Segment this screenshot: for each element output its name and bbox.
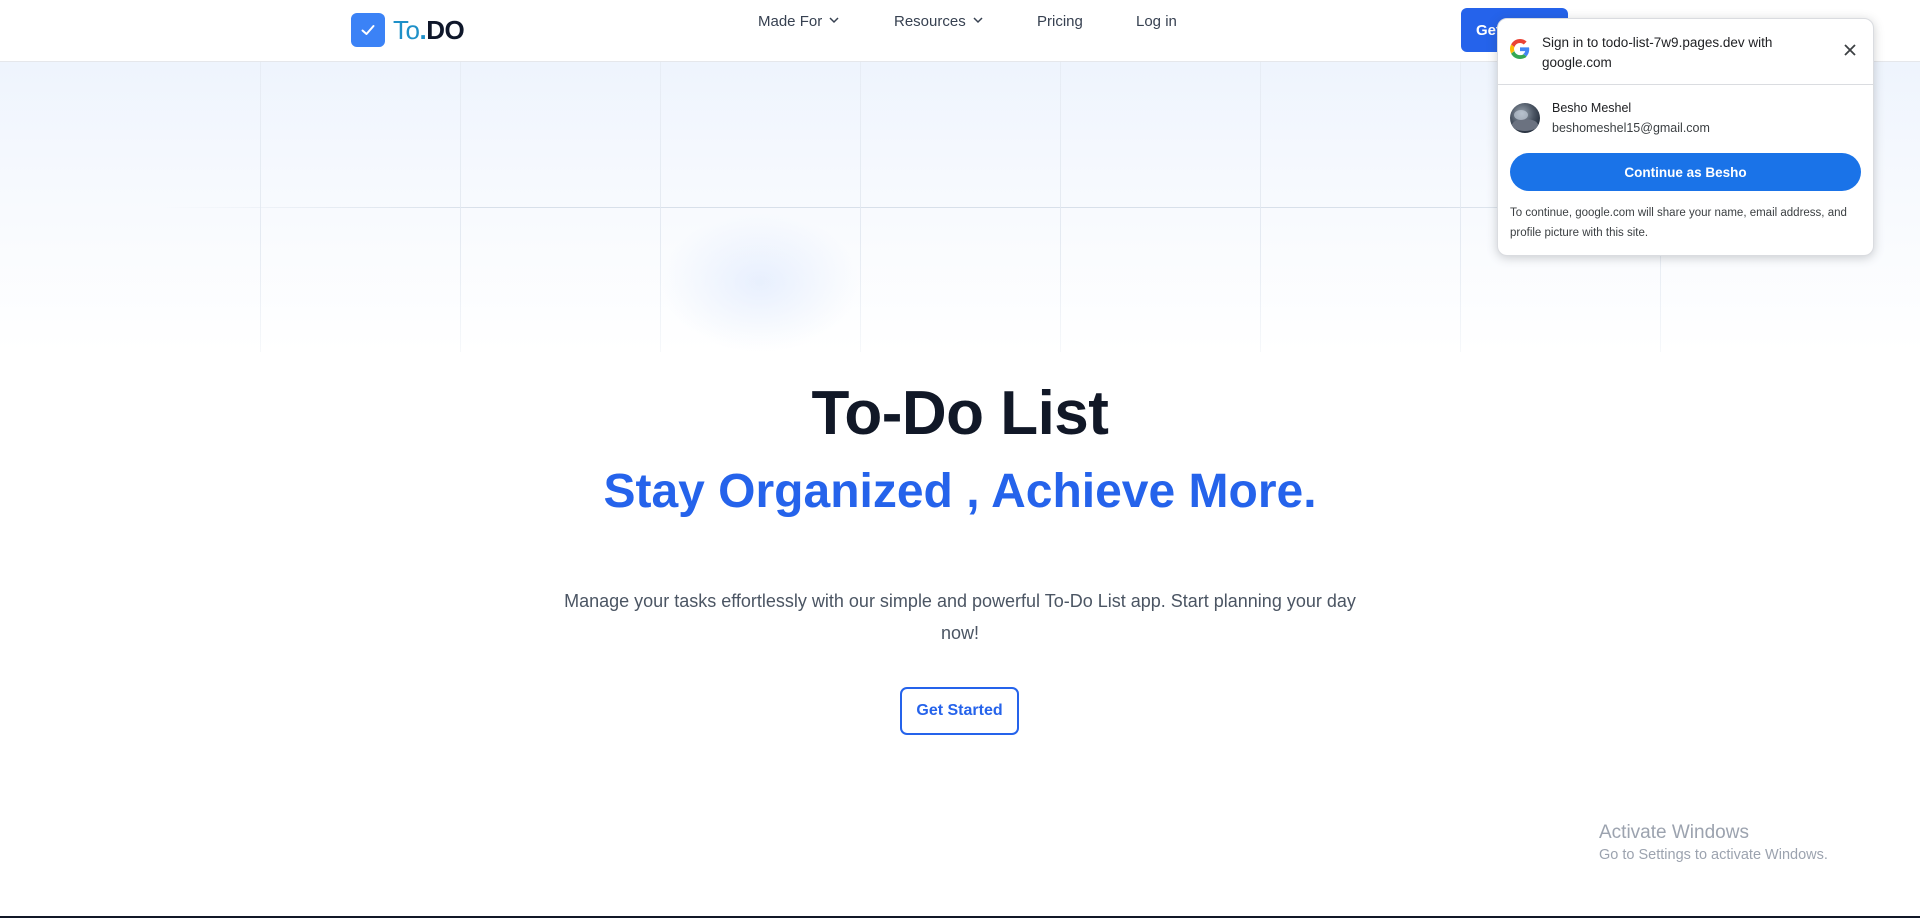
nav-pricing-label: Pricing: [1037, 12, 1083, 30]
grid-line-vertical: [1260, 62, 1261, 352]
avatar: [1510, 103, 1540, 133]
google-signin-popup: Sign in to todo-list-7w9.pages.dev with …: [1497, 18, 1874, 256]
nav-made-for-label: Made For: [758, 12, 823, 30]
hero-subtitle: Stay Organized , Achieve More.: [603, 465, 1317, 518]
nav-resources-label: Resources: [894, 12, 966, 30]
checkmark-icon: [351, 13, 385, 47]
grid-line-vertical: [260, 62, 261, 352]
popup-header: Sign in to todo-list-7w9.pages.dev with …: [1498, 19, 1873, 85]
nav-login-label: Log in: [1136, 12, 1177, 30]
grid-line-vertical: [460, 62, 461, 352]
logo[interactable]: To . DO: [351, 13, 465, 47]
logo-text-do: DO: [426, 14, 465, 45]
watermark-title: Activate Windows: [1599, 822, 1749, 843]
continue-as-label: Continue as Besho: [1624, 164, 1747, 180]
account-name: Besho Meshel: [1552, 101, 1632, 115]
chevron-down-icon: [972, 13, 984, 30]
close-icon[interactable]: [1843, 43, 1857, 57]
hero-get-started-label: Get Started: [916, 702, 1003, 719]
hero-get-started-button[interactable]: Get Started: [900, 687, 1019, 735]
logo-text: To . DO: [393, 14, 465, 46]
grid-line-vertical: [860, 62, 861, 352]
grid-line-vertical: [660, 62, 661, 352]
hero-description: Manage your tasks effortlessly with our …: [564, 591, 1356, 643]
grid-line-vertical: [1060, 62, 1061, 352]
nav-pricing[interactable]: Pricing: [1037, 13, 1083, 30]
nav-made-for[interactable]: Made For: [758, 13, 840, 30]
chevron-down-icon: [828, 13, 840, 30]
google-icon: [1510, 39, 1530, 59]
logo-text-to: To: [393, 14, 420, 45]
popup-title: Sign in to todo-list-7w9.pages.dev with …: [1542, 35, 1773, 70]
popup-disclaimer: To continue, google.com will share your …: [1510, 207, 1847, 239]
windows-activation-watermark: Activate Windows Go to Settings to activ…: [1599, 822, 1828, 863]
nav-login[interactable]: Log in: [1136, 13, 1177, 30]
grid-glow: [660, 212, 860, 352]
hero-title: To-Do List: [811, 379, 1109, 448]
account-email: beshomeshel15@gmail.com: [1552, 121, 1710, 135]
logo-text-dot: .: [419, 14, 427, 45]
account-row[interactable]: Besho Meshel beshomeshel15@gmail.com: [1510, 99, 1860, 143]
grid-line-vertical: [1460, 62, 1461, 352]
nav-resources[interactable]: Resources: [894, 13, 984, 30]
continue-as-button[interactable]: Continue as Besho: [1510, 153, 1861, 191]
watermark-subtitle: Go to Settings to activate Windows.: [1599, 847, 1828, 863]
